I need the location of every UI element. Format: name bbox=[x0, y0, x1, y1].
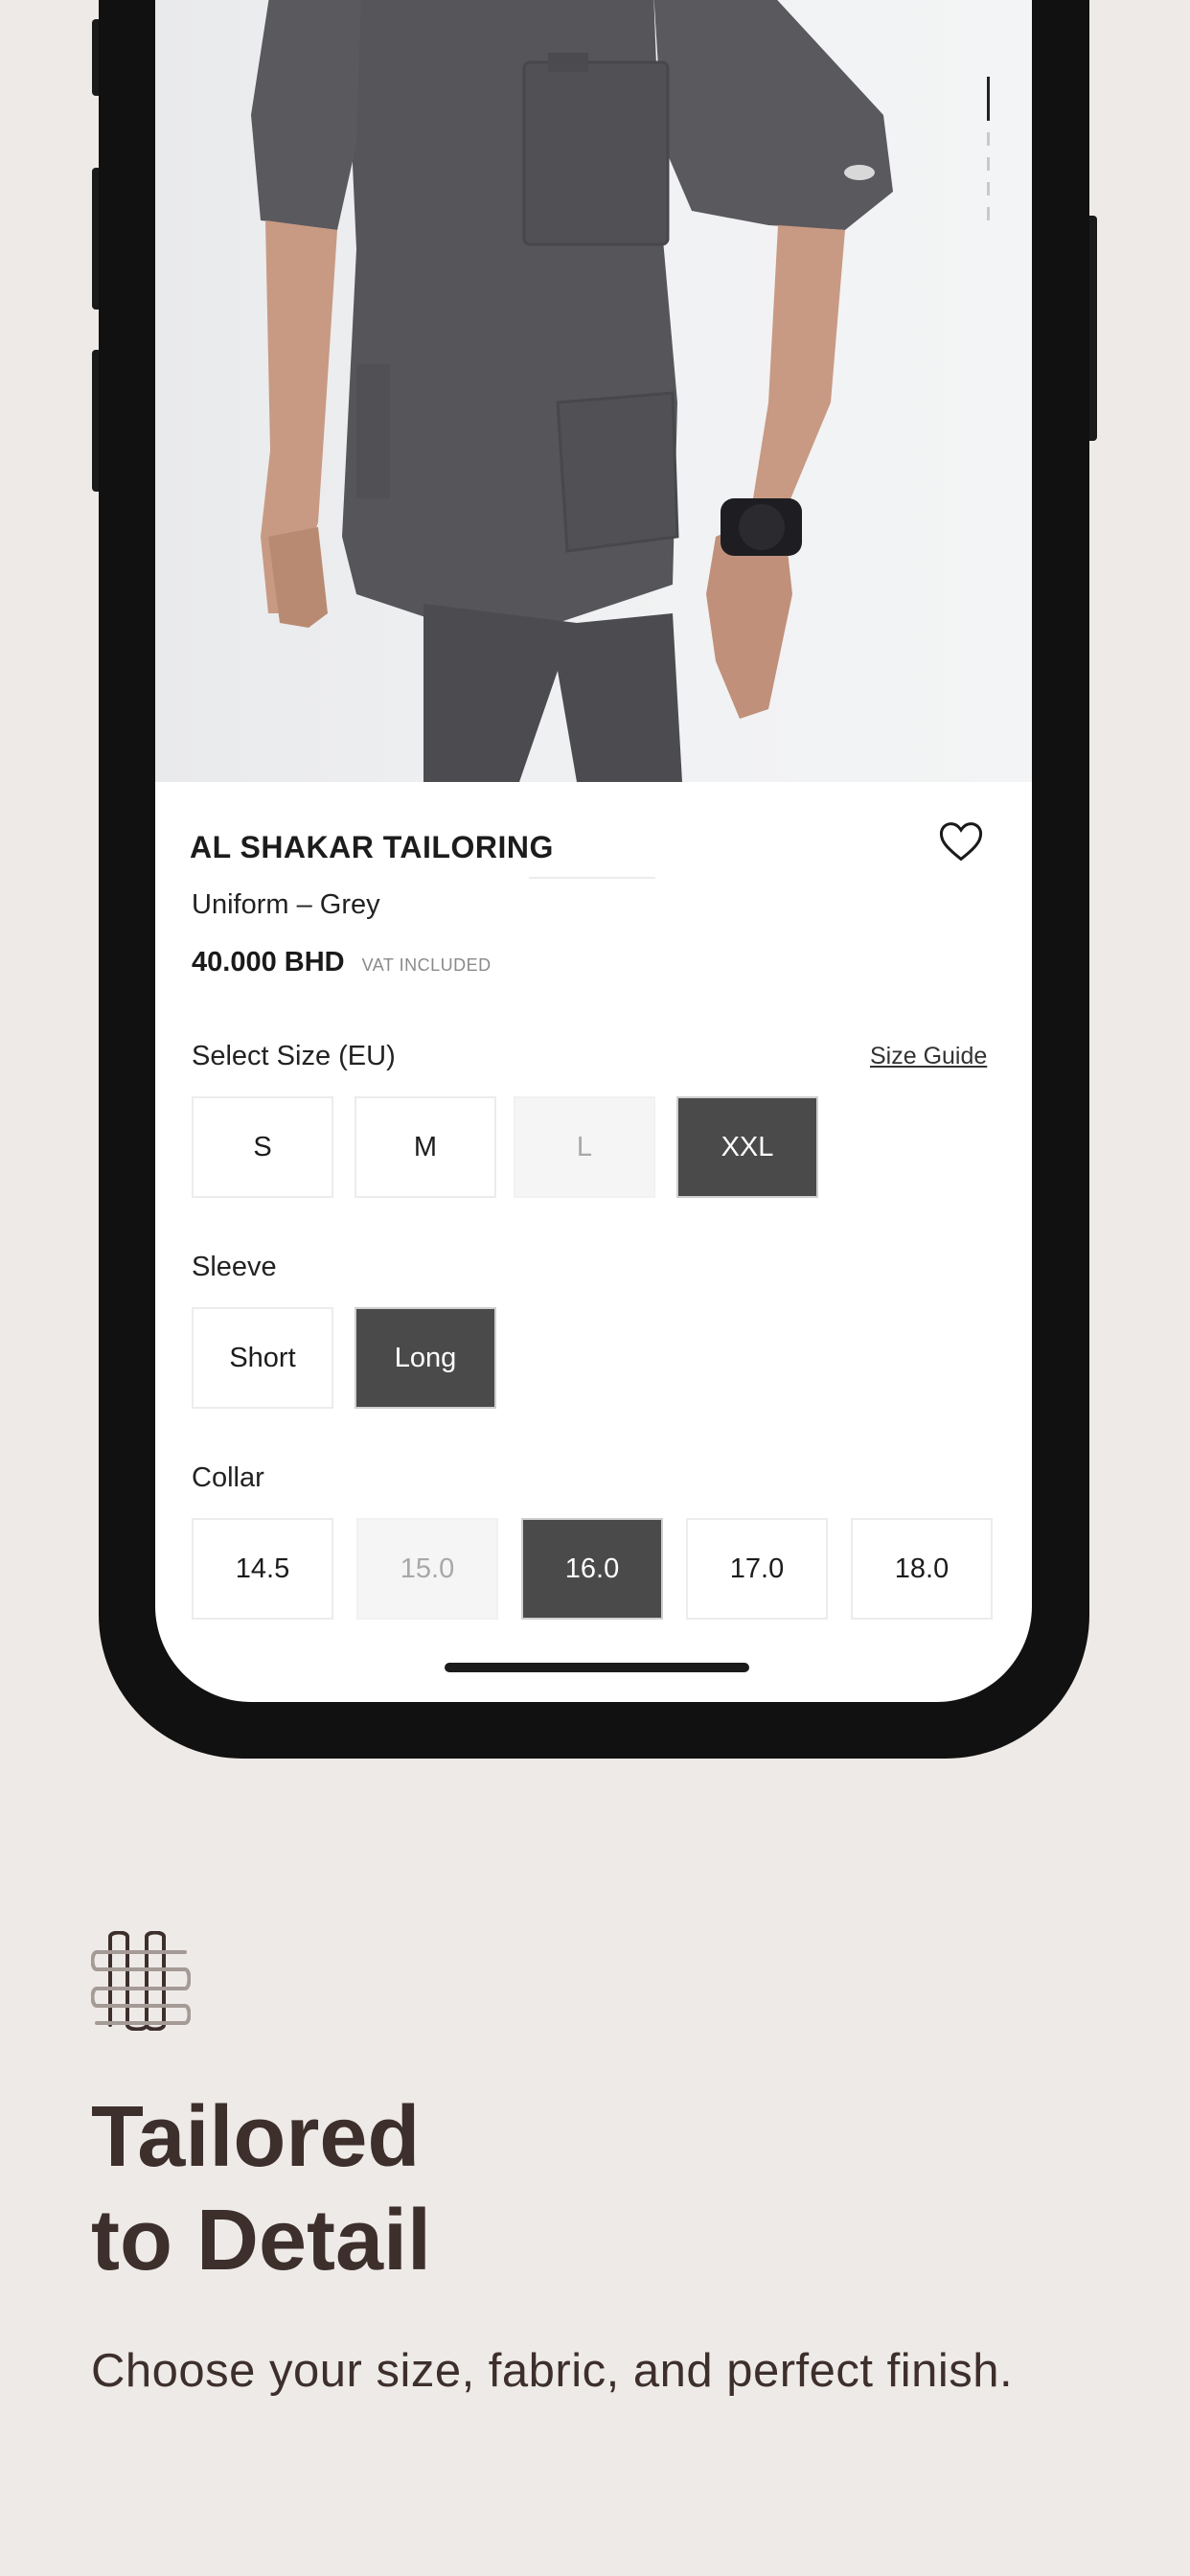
promo-headline: Tailored to Detail bbox=[91, 2085, 431, 2292]
vat-note: VAT INCLUDED bbox=[361, 955, 492, 975]
heart-icon[interactable] bbox=[936, 816, 986, 866]
size-option-m[interactable]: M bbox=[355, 1096, 496, 1198]
sleeve-option-short[interactable]: Short bbox=[192, 1307, 333, 1409]
image-carousel-indicator[interactable] bbox=[987, 77, 990, 232]
size-guide-link[interactable]: Size Guide bbox=[870, 1043, 987, 1070]
model-in-scrubs-illustration bbox=[251, 0, 893, 782]
product-name: Uniform – Grey bbox=[192, 889, 380, 920]
promo-subline: Choose your size, fabric, and perfect fi… bbox=[91, 2345, 1014, 2397]
collar-label: Collar bbox=[192, 1462, 264, 1493]
size-option-xxl[interactable]: XXL bbox=[676, 1096, 818, 1198]
collar-option-18-0[interactable]: 18.0 bbox=[851, 1518, 993, 1620]
price-row: 40.000 BHD VAT INCLUDED bbox=[192, 947, 492, 978]
brand-name: AL SHAKAR TAILORING bbox=[190, 830, 554, 864]
size-option-s[interactable]: S bbox=[192, 1096, 333, 1198]
sleeve-label: Sleeve bbox=[192, 1252, 277, 1282]
home-indicator[interactable] bbox=[445, 1663, 749, 1672]
collar-options: 14.5 15.0 16.0 17.0 18.0 bbox=[192, 1518, 993, 1620]
size-options: S M L XXL bbox=[192, 1096, 841, 1198]
collar-option-17-0[interactable]: 17.0 bbox=[686, 1518, 828, 1620]
sleeve-options: Short Long bbox=[192, 1307, 519, 1409]
size-label: Select Size (EU) bbox=[192, 1041, 396, 1071]
divider bbox=[529, 877, 655, 879]
price: 40.000 BHD bbox=[192, 947, 345, 978]
collar-option-16-0[interactable]: 16.0 bbox=[521, 1518, 663, 1620]
collar-option-15-0[interactable]: 15.0 bbox=[356, 1518, 498, 1620]
headline-line-2: to Detail bbox=[91, 2193, 432, 2288]
size-option-l[interactable]: L bbox=[514, 1096, 655, 1198]
collar-option-14-5[interactable]: 14.5 bbox=[192, 1518, 333, 1620]
sleeve-option-long[interactable]: Long bbox=[355, 1307, 496, 1409]
phone-screen: AL SHAKAR TAILORING Uniform – Grey 40.00… bbox=[155, 0, 1032, 1702]
weave-logo-icon bbox=[90, 1930, 192, 2032]
product-image[interactable] bbox=[155, 0, 1032, 782]
headline-line-1: Tailored bbox=[91, 2089, 421, 2185]
